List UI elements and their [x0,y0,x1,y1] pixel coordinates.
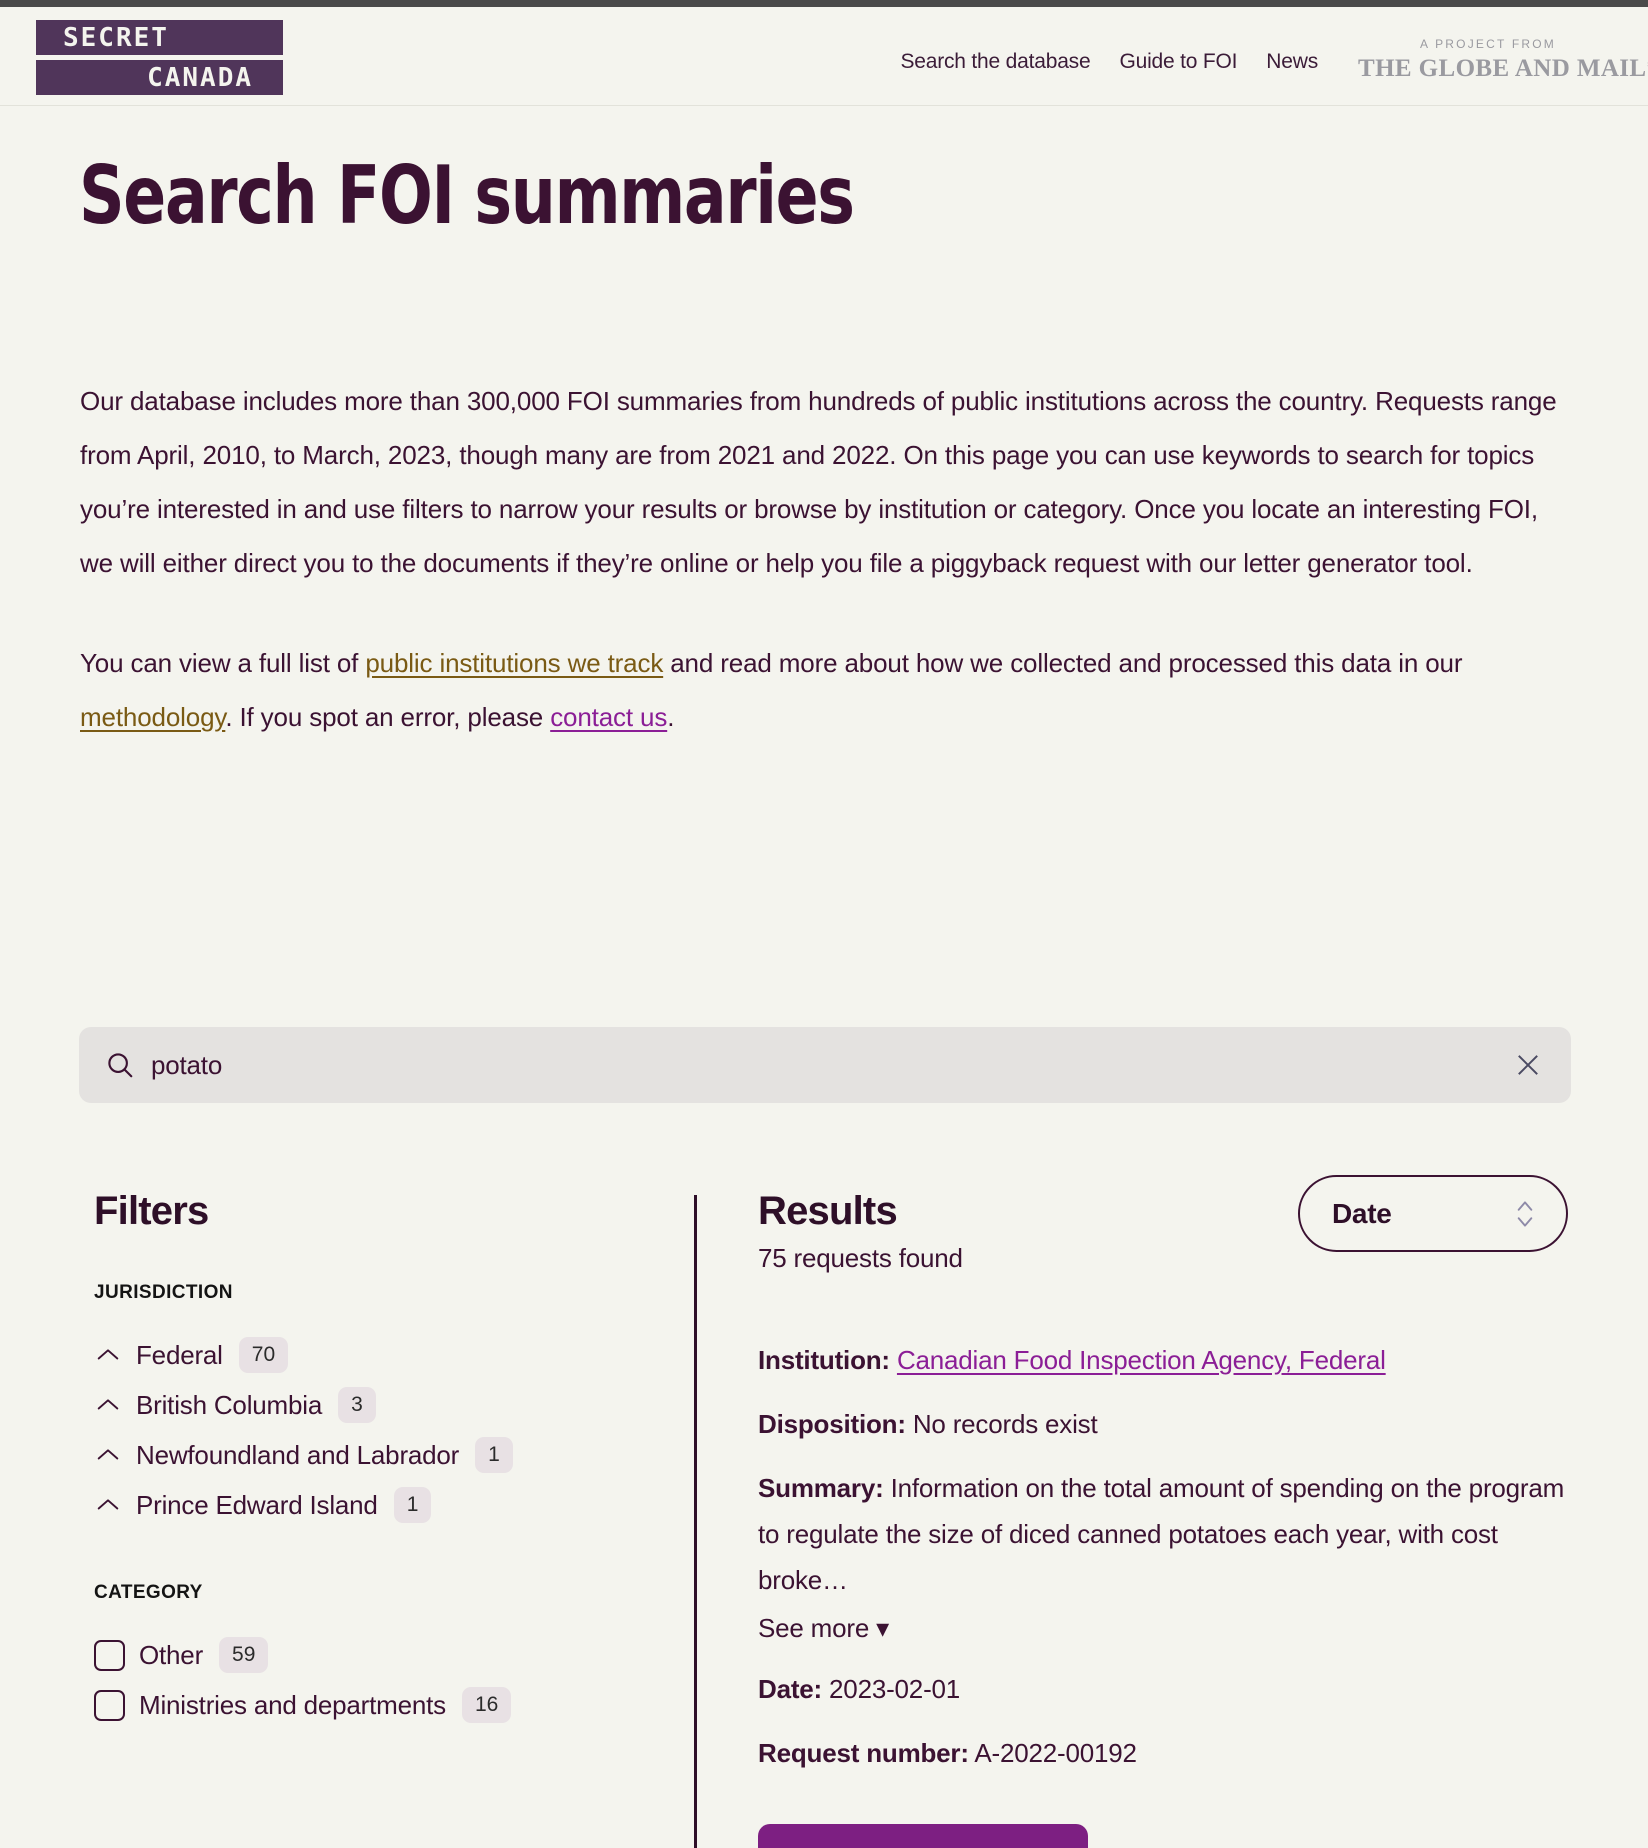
chevron-up-icon [97,1349,119,1360]
filter-label: Newfoundland and Labrador [136,1439,460,1470]
intro-p2-text-2: and read more about how we collected and… [663,648,1463,678]
sort-select-value: Date [1332,1197,1392,1229]
browser-chrome-strip [0,0,1648,7]
nav-search-the-database[interactable]: Search the database [900,50,1090,74]
page-root: SECRET CANADA Search the database Guide … [0,0,1648,1848]
intro-text: Our database includes more than 300,000 … [80,374,1570,744]
filters-heading: Filters [94,1189,209,1233]
result-date: Date: 2023-02-01 [758,1666,1568,1712]
filter-label: Ministries and departments [139,1689,446,1720]
filter-item-ministries-and-departments[interactable]: Ministries and departments 16 [94,1680,654,1730]
close-icon[interactable] [1511,1048,1545,1082]
intro-p2-text-1: You can view a full list of [80,648,366,678]
nav-news[interactable]: News [1266,50,1318,74]
link-contact-us[interactable]: contact us [550,702,667,732]
secret-canada-logo[interactable]: SECRET CANADA [36,20,283,95]
filter-count-badge: 59 [219,1637,269,1673]
checkbox-other[interactable] [94,1639,125,1671]
sort-chevrons-icon [1517,1200,1533,1227]
filter-count-badge: 1 [393,1487,432,1523]
filter-item-federal[interactable]: Federal 70 [94,1330,654,1380]
result-request-number-label: Request number: [758,1738,969,1768]
nav-guide-to-foi[interactable]: Guide to FOI [1119,50,1237,74]
results-header: Results 75 requests found Date [758,1175,1568,1291]
result-institution-link[interactable]: Canadian Food Inspection Agency, Federal [897,1345,1386,1375]
page-title: Search FOI summaries [79,149,855,242]
checkbox-ministries-and-departments[interactable] [94,1689,125,1721]
filter-count-badge: 70 [238,1337,289,1373]
filter-count-badge: 16 [461,1687,512,1723]
intro-p2-text-4: . [667,702,675,732]
result-cta-button[interactable] [758,1824,1088,1848]
chevron-up-icon [97,1499,119,1510]
result-request-number-value: A-2022-00192 [974,1738,1137,1768]
intro-p2-text-3: . If you spot an error, please [225,702,551,732]
chevron-up-icon [97,1399,119,1410]
result-disposition-label: Disposition: [758,1409,906,1439]
result-institution: Institution: Canadian Food Inspection Ag… [758,1337,1568,1383]
intro-paragraph-2: You can view a full list of public insti… [80,636,1570,744]
filter-item-other[interactable]: Other 59 [94,1630,654,1680]
filter-label: Other [139,1639,204,1670]
filter-count-badge: 3 [338,1387,376,1423]
search-bar[interactable] [79,1027,1571,1103]
column-divider [694,1195,697,1848]
chevron-up-icon [97,1449,119,1460]
main-navigation: Search the database Guide to FOI News [900,50,1318,74]
result-summary: Summary: Information on the total amount… [758,1465,1568,1603]
site-header: SECRET CANADA Search the database Guide … [0,7,1648,106]
search-icon [108,1053,133,1078]
result-summary-label: Summary: [758,1473,884,1503]
globe-and-mail-wordmark: THE GLOBE AND MAIL* [1358,55,1648,82]
filter-item-prince-edward-island[interactable]: Prince Edward Island 1 [94,1480,654,1530]
result-institution-label: Institution: [758,1345,890,1375]
intro-paragraph-1: Our database includes more than 300,000 … [80,386,1557,578]
link-public-institutions-we-track[interactable]: public institutions we track [365,648,663,678]
search-input[interactable] [151,1049,1511,1081]
filter-group-label-category: CATEGORY [94,1582,203,1603]
result-date-label: Date: [758,1674,823,1704]
filter-list-category: Other 59 Ministries and departments 16 [94,1630,654,1730]
filter-group-label-jurisdiction: JURISDICTION [94,1282,233,1303]
filter-group-category: CATEGORY Other 59 Ministries and departm… [94,1582,654,1730]
logo-row-bottom: CANADA [36,60,283,95]
filter-label: Prince Edward Island [136,1489,378,1520]
results-panel: Results 75 requests found Date Instituti… [758,1175,1568,1848]
result-disposition-value: No records exist [912,1409,1098,1439]
filter-list-jurisdiction: Federal 70 British Columbia 3 Newfoundla… [94,1330,654,1530]
result-request-number: Request number: A-2022-00192 [758,1730,1568,1776]
logo-word-canada: CANADA [147,62,253,93]
globe-and-mail-attribution: A PROJECT FROM THE GLOBE AND MAIL* [1358,37,1648,83]
attribution-kicker: A PROJECT FROM [1420,37,1556,51]
sort-select[interactable]: Date [1298,1175,1568,1252]
filter-label: Federal [136,1339,223,1370]
link-methodology[interactable]: methodology [80,702,225,732]
filter-count-badge: 1 [475,1437,513,1473]
result-date-value: 2023-02-01 [829,1674,961,1704]
see-more-toggle[interactable]: See more ▾ [758,1613,889,1644]
result-card: Institution: Canadian Food Inspection Ag… [758,1337,1568,1848]
filter-item-british-columbia[interactable]: British Columbia 3 [94,1380,654,1430]
result-disposition: Disposition: No records exist [758,1401,1568,1447]
filters-panel: Filters JURISDICTION Federal 70 British … [94,1191,654,1730]
logo-word-secret: SECRET [63,22,169,53]
filter-item-newfoundland-and-labrador[interactable]: Newfoundland and Labrador 1 [94,1430,654,1480]
filter-label: British Columbia [136,1389,323,1420]
logo-row-top: SECRET [36,20,283,55]
